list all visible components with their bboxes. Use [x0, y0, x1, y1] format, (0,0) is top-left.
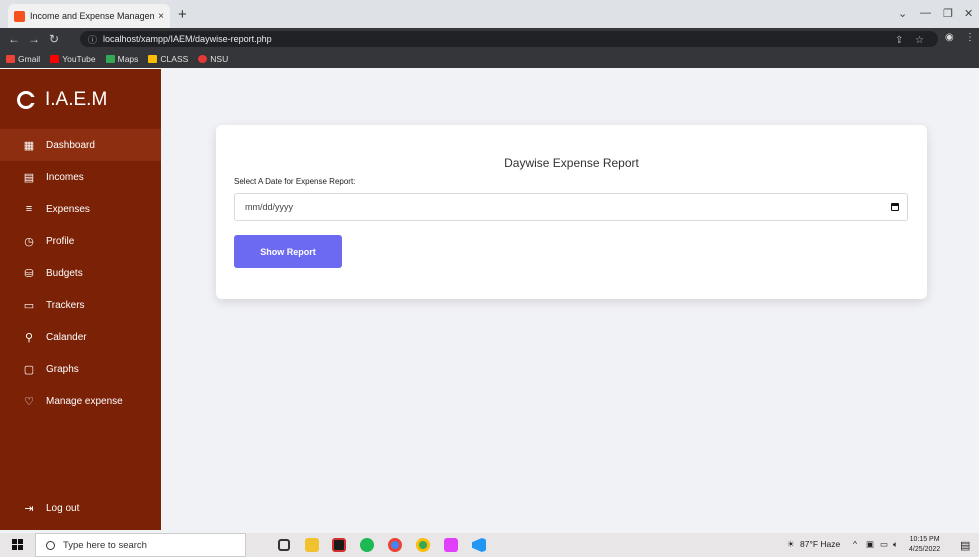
sidebar-item-trackers[interactable]: ▭ Trackers: [0, 289, 161, 321]
chrome-profile-icon[interactable]: [416, 538, 430, 552]
weather-text[interactable]: 87°F Haze: [800, 539, 840, 549]
weather-icon[interactable]: ☀: [787, 539, 795, 550]
url-field[interactable]: ⓘ localhost/xampp/IAEM/daywise-report.ph…: [80, 31, 938, 47]
sidebar-item-manage-expense[interactable]: ♡ Manage expense: [0, 385, 161, 417]
battery-icon[interactable]: ▭: [880, 539, 888, 550]
new-tab-button[interactable]: +: [178, 6, 187, 23]
sidebar-item-expenses[interactable]: ≡ Expenses: [0, 193, 161, 225]
vscode-icon[interactable]: [472, 538, 486, 552]
date-field-label: Select A Date for Expense Report:: [234, 177, 356, 186]
bookmark-youtube[interactable]: YouTube: [50, 54, 96, 64]
show-report-button[interactable]: Show Report: [234, 235, 342, 268]
volume-icon[interactable]: 🔈︎: [893, 539, 898, 550]
maps-icon: [105, 55, 115, 63]
sidebar-item-label: Calander: [46, 331, 87, 343]
site-info-icon[interactable]: ⓘ: [88, 33, 97, 46]
logout-button[interactable]: ⇥ Log out: [0, 492, 161, 524]
brand-logo-icon: [17, 91, 36, 109]
back-icon[interactable]: ←: [4, 32, 24, 46]
more-menu-icon[interactable]: ⋮: [965, 32, 975, 43]
taskbar-clock[interactable]: 10:15 PM 4/25/2022: [909, 535, 940, 555]
tab-search-icon[interactable]: ⌄: [898, 7, 907, 20]
notification-icon[interactable]: ▤: [960, 539, 970, 552]
user-icon: ⚲: [24, 331, 34, 344]
class-icon: [148, 55, 158, 63]
sidebar-item-calander[interactable]: ⚲ Calander: [0, 321, 161, 353]
address-bar: ← → ↻ ⓘ localhost/xampp/IAEM/daywise-rep…: [0, 28, 979, 50]
wallet-icon: ▤: [23, 171, 35, 184]
sidebar-item-label: Manage expense: [46, 395, 123, 407]
tab-title: Income and Expense Management: [30, 11, 155, 21]
sidebar-item-incomes[interactable]: ▤ Incomes: [0, 161, 161, 193]
network-icon[interactable]: ▣: [866, 539, 874, 550]
close-window-icon[interactable]: ✕: [964, 7, 973, 20]
forward-icon[interactable]: →: [24, 32, 44, 46]
date-input[interactable]: mm/dd/yyyy: [234, 193, 908, 221]
profile-icon[interactable]: ◉: [945, 32, 954, 43]
bookmarks-bar: Gmail YouTube Maps CLASS NSU: [0, 50, 979, 68]
file-explorer-icon[interactable]: [305, 538, 319, 552]
bookmark-maps[interactable]: Maps: [105, 54, 138, 64]
clock-date: 4/25/2022: [909, 546, 941, 553]
taskbar-search-input[interactable]: Type here to search: [35, 533, 246, 557]
sidebar-menu: ▦ Dashboard ▤ Incomes ≡ Expenses ◷ Profi…: [0, 129, 161, 417]
date-placeholder: mm/dd/yyyy: [245, 202, 294, 212]
browser-tab-bar: Income and Expense Management × + ⌄ — ❐ …: [0, 0, 979, 28]
sidebar-item-label: Incomes: [46, 171, 84, 183]
chrome-icon[interactable]: [388, 538, 402, 552]
brand[interactable]: I.A.E.M: [17, 89, 107, 111]
xampp-icon[interactable]: [444, 538, 458, 552]
sidebar-item-label: Dashboard: [46, 139, 95, 151]
tab-close-icon[interactable]: ×: [158, 11, 164, 22]
bookmark-star-icon[interactable]: ☆: [915, 35, 924, 46]
sidebar: I.A.E.M ▦ Dashboard ▤ Incomes ≡ Expenses…: [0, 69, 161, 530]
spotify-icon[interactable]: [360, 538, 374, 552]
report-card: Daywise Expense Report Select A Date for…: [216, 125, 927, 299]
bookmark-nsu[interactable]: NSU: [198, 54, 228, 64]
gmail-icon: [6, 55, 15, 63]
sidebar-item-profile[interactable]: ◷ Profile: [0, 225, 161, 257]
clock-icon: ◷: [24, 235, 34, 248]
logout-icon: ⇥: [24, 502, 34, 515]
share-icon[interactable]: ⇪: [895, 35, 903, 46]
sidebar-item-budgets[interactable]: ⛁ Budgets: [0, 257, 161, 289]
logout-label: Log out: [46, 502, 80, 514]
reload-icon[interactable]: ↻: [44, 32, 64, 46]
sidebar-item-label: Trackers: [46, 299, 85, 311]
brand-name: I.A.E.M: [45, 89, 108, 110]
minimize-icon[interactable]: —: [920, 7, 931, 19]
bookmark-class[interactable]: CLASS: [148, 54, 188, 64]
database-icon: ⛁: [24, 267, 34, 280]
maximize-icon[interactable]: ❐: [943, 7, 953, 20]
page-title: Daywise Expense Report: [504, 156, 639, 170]
chat-icon: ▢: [23, 363, 35, 376]
bookmark-gmail[interactable]: Gmail: [6, 54, 40, 64]
search-icon: [46, 540, 55, 550]
sidebar-item-label: Profile: [46, 235, 75, 247]
sidebar-item-label: Expenses: [46, 203, 90, 215]
tray-overflow-icon[interactable]: ^: [853, 539, 857, 549]
site-favicon-icon: [14, 10, 25, 22]
nsu-icon: [198, 55, 208, 63]
url-text: localhost/xampp/IAEM/daywise-report.php: [103, 34, 272, 44]
sidebar-item-label: Budgets: [46, 267, 83, 279]
taskbar: Type here to search ☀ 87°F Haze ^ ▣ ▭ 🔈︎…: [0, 533, 979, 557]
heart-icon: ♡: [24, 395, 34, 408]
monitor-icon: ▭: [23, 299, 35, 312]
list-icon: ≡: [25, 203, 33, 215]
clock-time: 10:15 PM: [909, 536, 940, 543]
sidebar-item-graphs[interactable]: ▢ Graphs: [0, 353, 161, 385]
youtube-icon: [50, 55, 60, 63]
sidebar-item-label: Graphs: [46, 363, 79, 375]
sidebar-item-dashboard[interactable]: ▦ Dashboard: [0, 129, 161, 161]
windows-start-icon[interactable]: [12, 539, 23, 550]
calendar-icon[interactable]: [891, 203, 899, 211]
netflix-icon[interactable]: [332, 538, 346, 552]
search-placeholder: Type here to search: [63, 539, 147, 551]
task-view-icon[interactable]: [278, 539, 290, 551]
grid-icon: ▦: [23, 139, 35, 152]
browser-tab[interactable]: Income and Expense Management ×: [8, 4, 170, 28]
